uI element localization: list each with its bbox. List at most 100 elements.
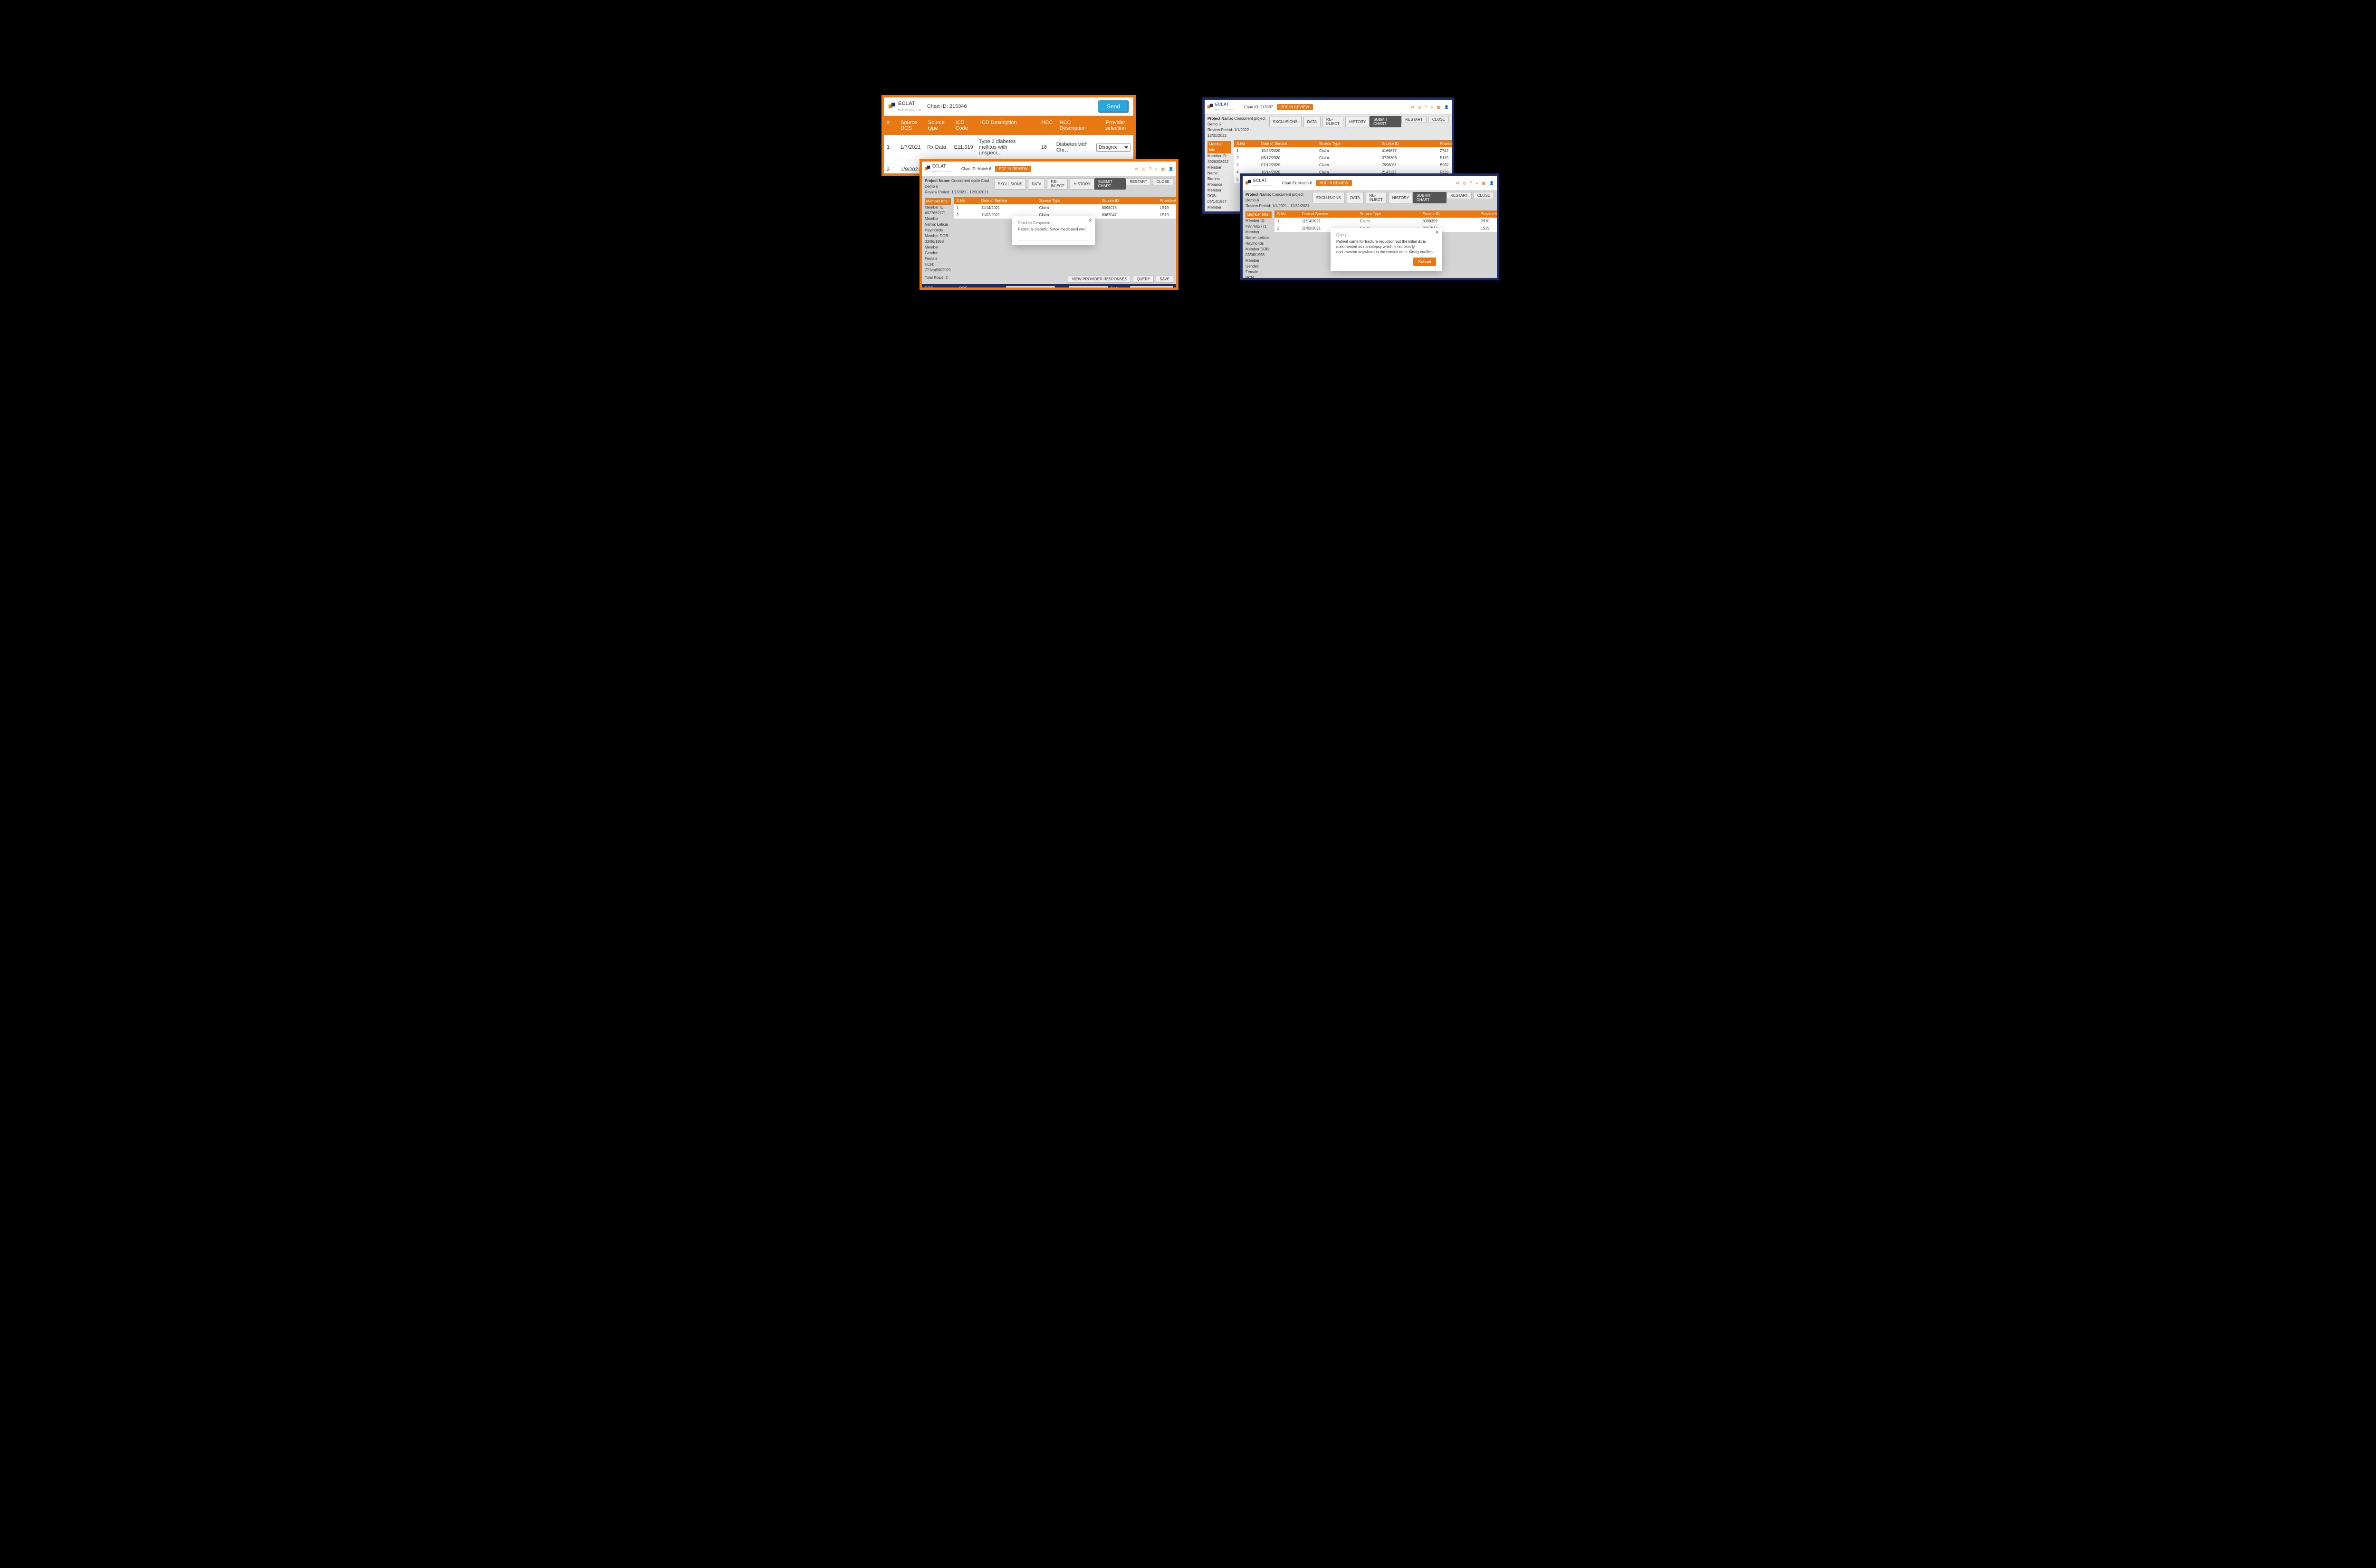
close-button[interactable]: CLOSE [1474,192,1494,199]
member-name: Member Name: Leticia Haymonds [1245,229,1272,247]
envelope-icon[interactable]: ✉ [1135,167,1139,171]
list-icon[interactable]: ≡ [1431,105,1433,109]
eclat-logo: ECLATHEALTH SYSTEMS [1207,102,1234,111]
member-id: Member ID: 4977662771 [925,205,951,216]
reinject-button[interactable]: RE-INJECT [1047,178,1068,190]
send-button[interactable]: Send [1098,100,1129,113]
data-button[interactable]: DATA [1347,192,1364,203]
clock-icon[interactable]: ◷ [1142,167,1145,171]
help-icon[interactable]: ? [1425,105,1427,109]
review-period: Review Period: 1/1/2021 - 12/31/2021 [925,190,994,195]
restart-button[interactable]: RESTART [1447,192,1472,199]
table-row: 111/14/2021Claim8098359P97055 [1274,218,1499,225]
dos-from-input[interactable]: 📅 [945,287,957,290]
provider-selection-dropdown[interactable]: Disagree [1096,143,1131,152]
table-row: 110/28/2020Claim4166677Z74212 [1234,147,1454,154]
member-name: Member Name: Brenna Monarca [1207,165,1231,188]
col-hcc-desc: HCC Description [1057,116,1098,135]
col-provsel: Provider selection [1098,116,1133,135]
help-icon[interactable]: ? [1470,181,1472,185]
brand-text: ECLAT [898,101,915,106]
data-button[interactable]: DATA [1303,116,1321,127]
submit-chart-button[interactable]: SUBMIT CHART [1413,192,1447,203]
data-button[interactable]: DATA [1028,178,1045,190]
user-icon[interactable]: 👤 [1169,167,1173,171]
dos-to-input[interactable]: 📅 [975,287,987,290]
member-dob: Member DOB: 03/06/1958 [1245,247,1272,258]
reinject-button[interactable]: RE-INJECT [1366,192,1387,203]
history-button[interactable]: HISTORY [1070,178,1094,190]
restart-button[interactable]: RESTART [1401,116,1427,123]
close-button[interactable]: CLOSE [1153,178,1173,185]
member-hcn: HCN: 77Jvm9002029 [925,262,951,273]
grid-icon[interactable]: ▦ [1161,167,1165,171]
table-row: 11/7/2021Rx DataE11.319Type 2 diabetes m… [884,135,1133,160]
exclusions-button[interactable]: EXCLUSIONS [1269,116,1302,127]
total-rows: Total Rows: 2 [925,276,948,283]
member-id: Member ID: 4977662771 [1245,218,1272,229]
member-gender: Member Gender: Female [1207,205,1231,214]
member-info-header: Member Info [1207,141,1231,153]
view-responses-button[interactable]: VIEW PROVIDER RESPONSES [1068,276,1131,283]
chart-id-label: Chart ID: 215346 [927,104,967,109]
member-dob: Member DOB: 03/06/1958 [925,233,951,245]
member-dob: Member DOB: 05/14/1947 [1207,188,1231,205]
eclat-logo: ECLATHEALTH SYSTEMS [1245,178,1272,187]
notetype-select[interactable]: Progress / Consult report [1130,286,1173,290]
clock-icon[interactable]: ◷ [1418,105,1421,109]
col-dos: Source DOS [898,116,925,135]
restart-button[interactable]: RESTART [1126,178,1151,185]
coder-query-popup: ✕ Query : Patient came for fracture redu… [1331,228,1442,271]
grid-icon[interactable]: ▦ [1437,105,1440,109]
close-button[interactable]: CLOSE [1428,116,1449,123]
submit-button[interactable]: Submit [1413,258,1436,266]
inner-table-header: S.No Date of Service Source Type Source … [1234,140,1454,147]
review-period: Review Period: 1/1/2022 - 12/31/2022 [1207,127,1269,139]
chart-id: Chart ID: 213987 [1244,105,1273,109]
envelope-icon[interactable]: ✉ [1411,105,1414,109]
provider-select[interactable]: Bettis, Jonelle – [956456145] [1006,286,1055,290]
popup-body: Patient came for fracture reduction but … [1336,239,1436,255]
member-name: Member Name: Leticia Haymonds [925,216,951,233]
popup-title: Provider Response : [1018,221,1089,225]
pdf-review-badge[interactable]: PDF IN REVIEW [1277,104,1313,110]
exclusions-button[interactable]: EXCLUSIONS [994,178,1026,190]
popup-body: Patient is diabetic. Since medicated wel… [1018,227,1089,231]
chart-id: Chart ID: Match-6 [1282,181,1312,185]
history-button[interactable]: HISTORY [1345,116,1370,127]
close-icon[interactable]: ✕ [1435,230,1439,235]
col-icd-desc: ICD Description [977,116,1037,135]
col-hcc: HCC [1037,116,1057,135]
member-gender: Member Gender: Female [1245,258,1272,275]
panel4-header: ECLATHEALTH SYSTEMS Chart ID: Match-6 PD… [1243,176,1497,191]
pdf-review-badge[interactable]: PDF IN REVIEW [1316,180,1352,186]
exclusions-button[interactable]: EXCLUSIONS [1313,192,1345,203]
save-button[interactable]: SAVE [1156,276,1173,283]
table-row: 111/14/2021Claim8098028LS1955 [954,204,1178,211]
user-icon[interactable]: 👤 [1444,105,1449,109]
user-icon[interactable]: 👤 [1489,181,1494,185]
inner-table-header: S.No Date of Service Source Type Source … [1274,210,1499,218]
panel3-header: ECLATHEALTH SYSTEMS Chart ID: 213987 PDF… [1205,100,1452,115]
grid-icon[interactable]: ▦ [1482,181,1485,185]
meta-row: Project Name: Concurrent cycle Card Demo… [922,176,1176,197]
submit-chart-button[interactable]: SUBMIT CHART [1094,178,1126,190]
member-hcn: HCN: 77Jvm9002029 [1245,275,1272,280]
eclat-logo: ECLATHEALTH SYSTEMS [925,164,951,173]
reinject-button[interactable]: RE-INJECT [1322,116,1343,127]
envelope-icon[interactable]: ✉ [1456,181,1459,185]
coder-panel-orange: ECLATHEALTH SYSTEMS Chart ID: Match-6 PD… [920,159,1178,290]
panel2-header: ECLATHEALTH SYSTEMS Chart ID: Match-6 PD… [922,162,1176,176]
query-button[interactable]: QUERY [1133,276,1154,283]
brand-subtext: HEALTH SYSTEMS [898,109,921,112]
history-button[interactable]: HISTORY [1389,192,1413,203]
list-icon[interactable]: ≡ [1476,181,1478,185]
close-icon[interactable]: ✕ [1088,218,1092,223]
pos-select[interactable]: 21 – Inpatient Hospital [1069,286,1108,290]
list-icon[interactable]: ≡ [1155,167,1158,171]
submit-chart-button[interactable]: SUBMIT CHART [1370,116,1401,127]
member-info-header: Member Info [925,198,951,205]
help-icon[interactable]: ? [1149,167,1151,171]
clock-icon[interactable]: ◷ [1463,181,1466,185]
pdf-review-badge[interactable]: PDF IN REVIEW [995,166,1031,172]
